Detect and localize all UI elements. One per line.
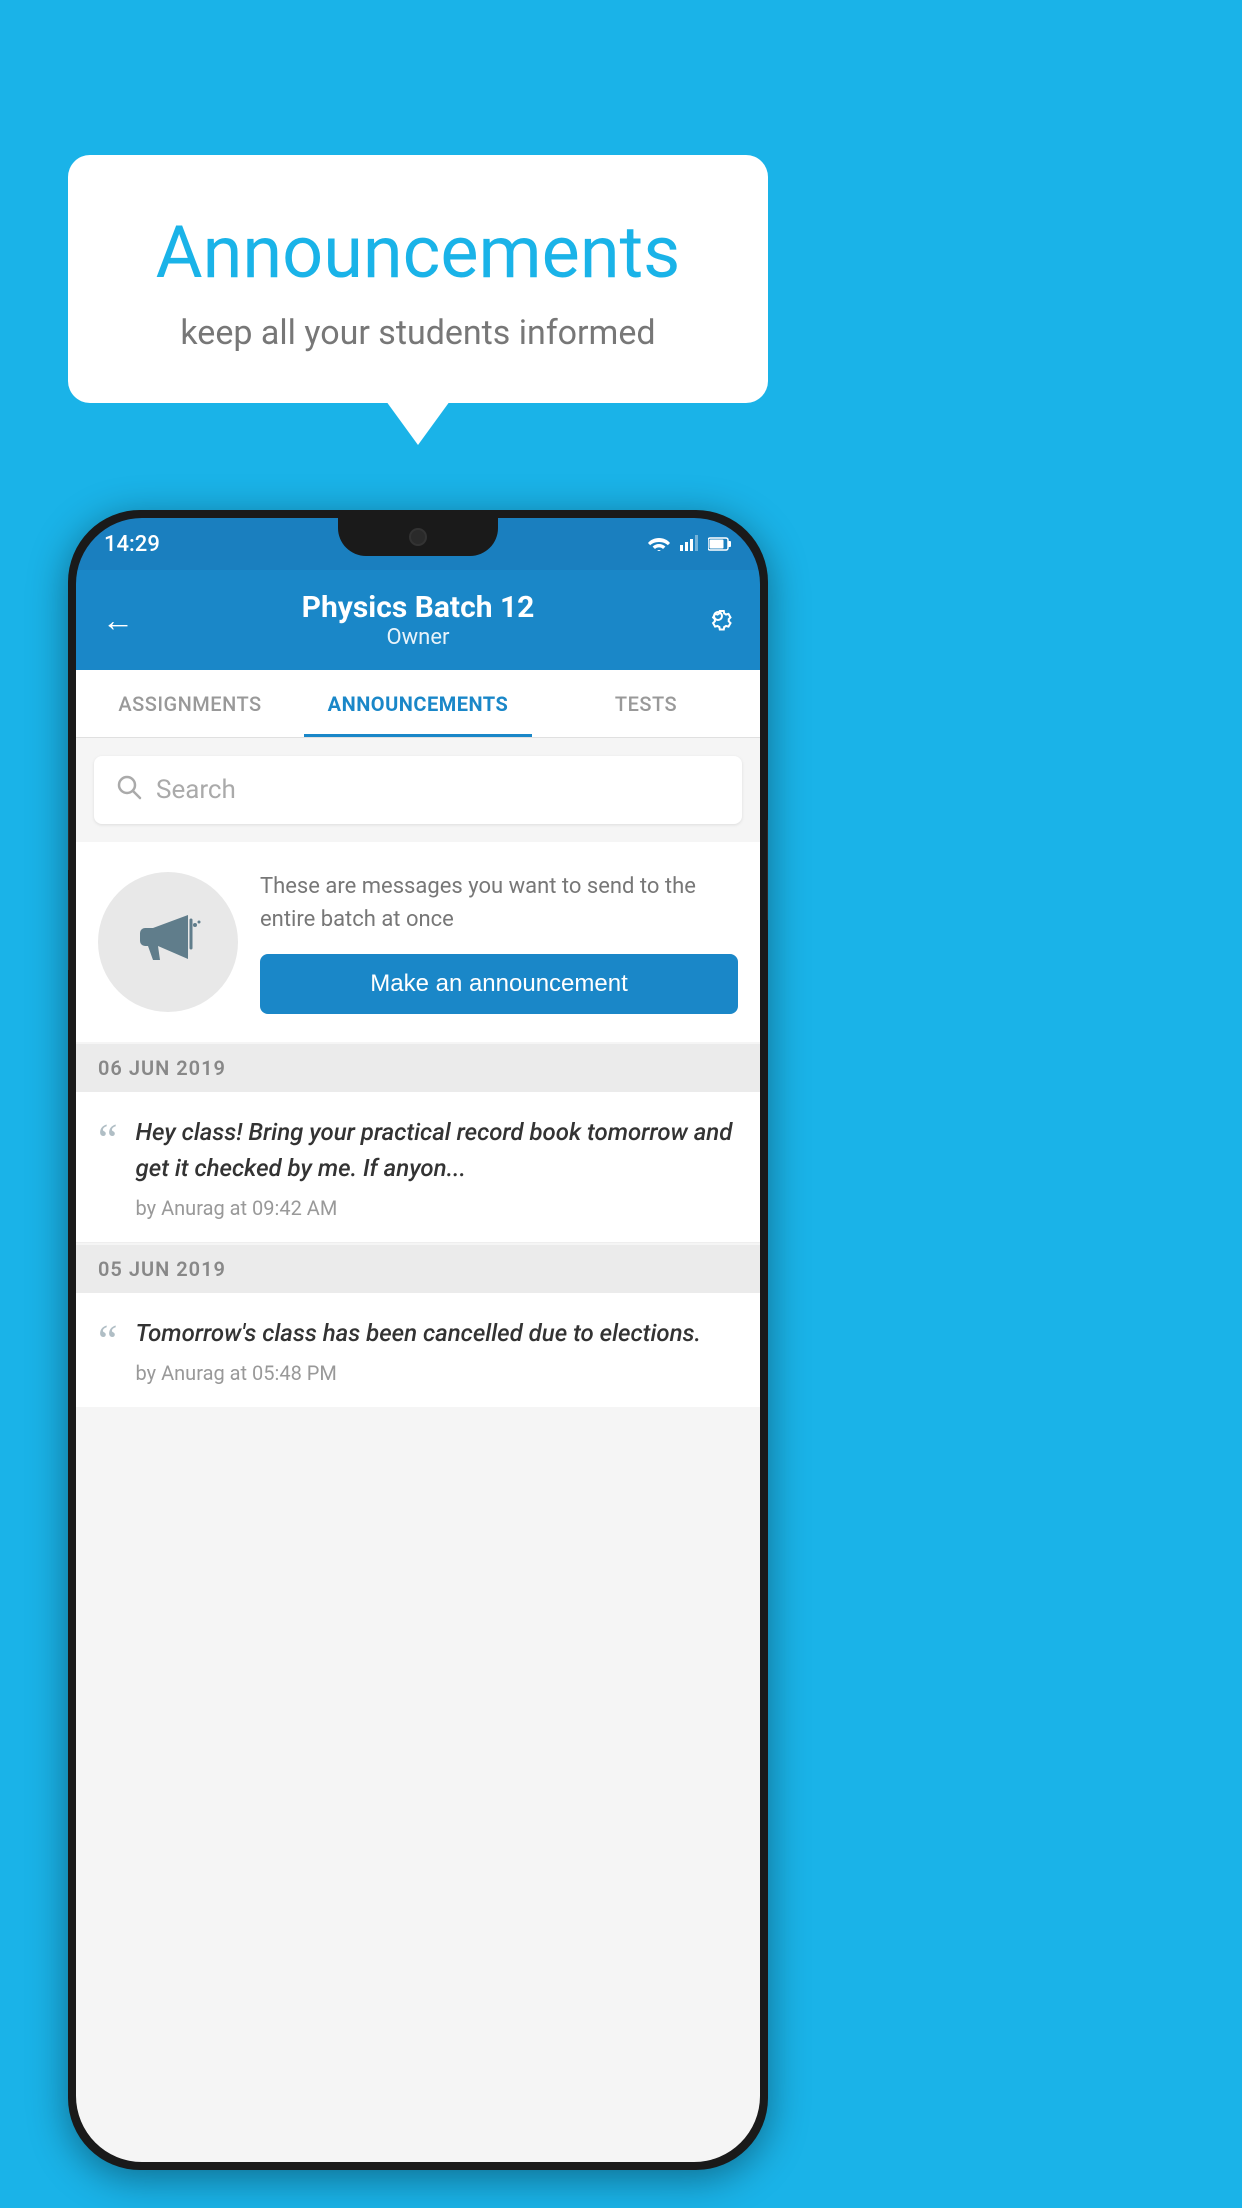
promo-description: These are messages you want to send to t…: [260, 870, 738, 936]
speech-bubble: Announcements keep all your students inf…: [68, 155, 768, 403]
announcements-title: Announcements: [118, 210, 718, 295]
power-button: [767, 820, 768, 920]
header-subtitle: Owner: [302, 625, 535, 650]
quote-icon-2: “: [98, 1319, 118, 1363]
phone-notch: [338, 518, 498, 556]
settings-icon[interactable]: [702, 600, 734, 640]
date-separator-2: 05 JUN 2019: [76, 1245, 760, 1293]
announcements-subtitle: keep all your students informed: [118, 313, 718, 353]
status-icons: [648, 532, 732, 556]
content-area: Search These are messages you wan: [76, 738, 760, 2162]
announcement-meta-1: by Anurag at 09:42 AM: [136, 1196, 738, 1220]
search-icon: [116, 774, 142, 807]
promo-card: These are messages you want to send to t…: [76, 842, 760, 1042]
tab-announcements[interactable]: ANNOUNCEMENTS: [304, 670, 532, 737]
search-placeholder: Search: [156, 775, 236, 805]
announcement-content-1: Hey class! Bring your practical record b…: [136, 1114, 738, 1220]
quote-icon-1: “: [98, 1118, 118, 1162]
tab-tests[interactable]: TESTS: [532, 670, 760, 737]
app-header: ← Physics Batch 12 Owner: [76, 570, 760, 670]
volume-down-button: [68, 890, 69, 970]
signal-icon: [680, 532, 698, 556]
announcement-content-2: Tomorrow's class has been cancelled due …: [136, 1315, 738, 1385]
search-bar[interactable]: Search: [94, 756, 742, 824]
phone-screen: 14:29 ← Physics Batch 12 Owner: [76, 518, 760, 2162]
volume-up-button: [68, 790, 69, 870]
announcement-text-1: Hey class! Bring your practical record b…: [136, 1114, 738, 1186]
megaphone-icon: [133, 900, 203, 985]
date-separator-1: 06 JUN 2019: [76, 1044, 760, 1092]
tab-assignments[interactable]: ASSIGNMENTS: [76, 670, 304, 737]
front-camera: [409, 528, 427, 546]
promo-right: These are messages you want to send to t…: [260, 870, 738, 1014]
status-time: 14:29: [104, 532, 160, 557]
back-button[interactable]: ←: [102, 601, 134, 639]
announcement-text-2: Tomorrow's class has been cancelled due …: [136, 1315, 738, 1351]
wifi-icon: [648, 532, 670, 556]
header-center: Physics Batch 12 Owner: [302, 590, 535, 650]
battery-icon: [708, 532, 732, 556]
phone-frame: 14:29 ← Physics Batch 12 Owner: [68, 510, 768, 2170]
promo-icon-circle: [98, 872, 238, 1012]
announcement-meta-2: by Anurag at 05:48 PM: [136, 1361, 738, 1385]
speech-bubble-wrapper: Announcements keep all your students inf…: [68, 155, 768, 403]
header-title: Physics Batch 12: [302, 590, 535, 625]
announcement-item-1[interactable]: “ Hey class! Bring your practical record…: [76, 1092, 760, 1243]
announcement-item-2[interactable]: “ Tomorrow's class has been cancelled du…: [76, 1293, 760, 1407]
tab-bar: ASSIGNMENTS ANNOUNCEMENTS TESTS: [76, 670, 760, 738]
make-announcement-button[interactable]: Make an announcement: [260, 954, 738, 1014]
